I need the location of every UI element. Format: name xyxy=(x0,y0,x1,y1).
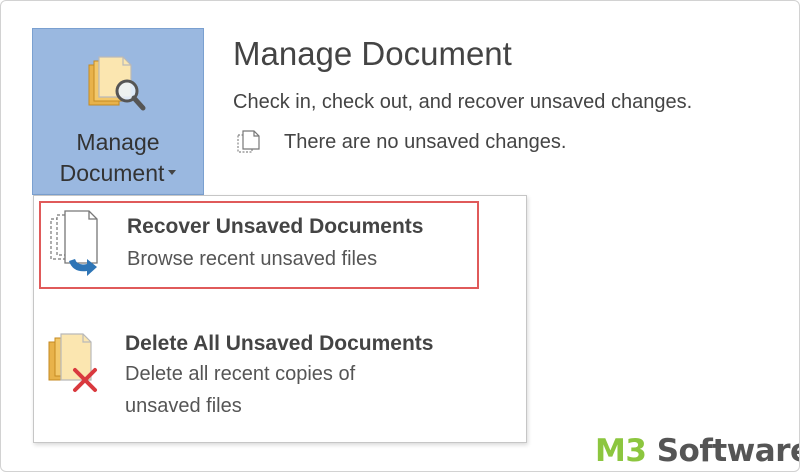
section-description: Check in, check out, and recover unsaved… xyxy=(233,91,693,113)
delete-documents-icon xyxy=(48,333,97,392)
delete-unsaved-documents-item[interactable]: Delete All Unsaved Documents Delete all … xyxy=(39,322,481,432)
recover-item-subtitle: Browse recent unsaved files xyxy=(127,248,378,270)
unsaved-status-text: There are no unsaved changes. xyxy=(284,130,567,153)
manage-document-button[interactable]: Manage Document xyxy=(32,28,204,195)
delete-subtitle-line1: Delete all recent copies of xyxy=(125,363,356,385)
delete-item-subtitle: Delete all recent copies of unsaved file… xyxy=(125,358,433,422)
manage-document-label: Manage Document xyxy=(60,127,177,189)
manage-document-menu: Recover Unsaved Documents Browse recent … xyxy=(33,195,527,443)
chevron-down-icon xyxy=(168,170,177,176)
recover-documents-icon xyxy=(50,210,98,276)
section-title: Manage Document xyxy=(233,35,512,72)
recover-item-title: Recover Unsaved Documents xyxy=(127,215,424,238)
delete-item-text: Delete All Unsaved Documents Delete all … xyxy=(125,322,433,432)
recover-item-text: Recover Unsaved Documents Browse recent … xyxy=(127,203,423,287)
manage-document-icon xyxy=(88,56,146,111)
delete-subtitle-line2: unsaved files xyxy=(125,395,242,417)
manage-label-line1: Manage xyxy=(76,129,160,155)
manage-label-line2: Document xyxy=(59,160,165,186)
delete-item-title: Delete All Unsaved Documents xyxy=(125,332,434,355)
unsaved-status: There are no unsaved changes. xyxy=(236,127,566,157)
watermark-m3: M3 xyxy=(595,433,647,469)
recover-unsaved-documents-item[interactable]: Recover Unsaved Documents Browse recent … xyxy=(39,201,479,289)
document-outline-icon xyxy=(237,130,260,153)
m3-software-watermark: M3 Software xyxy=(595,433,800,469)
watermark-software: Software xyxy=(646,433,800,469)
backstage-panel: Manage Document Manage Document Check in… xyxy=(0,0,800,472)
